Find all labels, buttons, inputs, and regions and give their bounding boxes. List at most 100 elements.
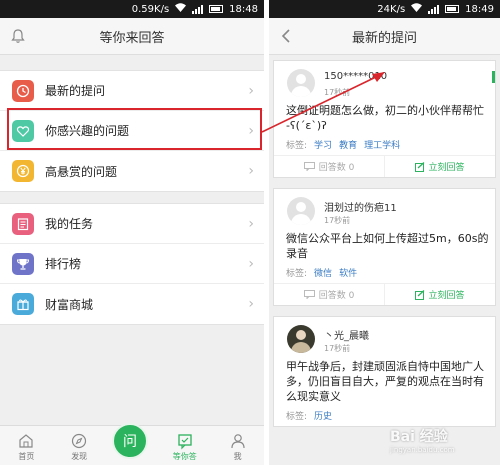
- header: 最新的提问: [269, 18, 500, 55]
- chevron-right-icon: ›: [248, 255, 254, 272]
- answer-now-label: 立刻回答: [428, 291, 465, 301]
- menu-item-interested-questions[interactable]: 你感兴趣的问题 ›: [0, 111, 264, 151]
- tag-link[interactable]: 学习: [314, 138, 332, 151]
- question-text-line[interactable]: -ʕ(´ε`)ʔ: [274, 118, 495, 133]
- tab-home[interactable]: 首页: [0, 426, 53, 465]
- answer-now-label: 立刻回答: [428, 163, 465, 173]
- yen-icon: [12, 160, 34, 182]
- tag-link[interactable]: 历史: [314, 409, 332, 422]
- task-icon: [12, 212, 34, 235]
- menu-item-wealth-store[interactable]: 财富商城 ›: [0, 284, 264, 324]
- card-actions: 回答数 0 立刻回答: [274, 283, 495, 305]
- signal-icon: [192, 4, 204, 14]
- username: 丶光_晨曦: [324, 331, 369, 342]
- battery-icon: [209, 5, 224, 13]
- question-text-line[interactable]: 微信公众平台上如何上传超过5m，60s的: [274, 231, 495, 246]
- question-text-line[interactable]: 么现实意义: [274, 389, 495, 404]
- wifi-icon: [175, 3, 187, 15]
- question-text-line[interactable]: 多，仍旧盲目自大，严复的观点在当时有: [274, 374, 495, 389]
- home-icon: [19, 434, 33, 448]
- status-bar: 0.59K/s 18:48: [0, 0, 264, 18]
- avatar[interactable]: [287, 325, 315, 353]
- ask-button[interactable]: 问: [112, 423, 148, 459]
- person-icon: [230, 434, 245, 449]
- gift-icon: [12, 293, 34, 315]
- menu-item-high-reward-questions[interactable]: 高悬赏的问题 ›: [0, 151, 264, 191]
- menu-item-label: 排行榜: [45, 257, 82, 271]
- chevron-right-icon: ›: [248, 163, 254, 179]
- watermark-text: Bai 经验: [390, 429, 448, 445]
- tag-link[interactable]: 教育: [339, 138, 357, 151]
- tags-label: 标签:: [286, 411, 308, 422]
- battery-icon: [445, 5, 460, 13]
- heart-icon: [12, 119, 34, 142]
- question-text-line[interactable]: 甲午战争后，封建顽固派自恃中国地广人: [274, 359, 495, 374]
- card-actions: 回答数 0 立刻回答: [274, 155, 495, 177]
- tab-label: 我: [233, 452, 242, 461]
- answer-count-text: 回答数 0: [318, 163, 355, 173]
- clock-time: 18:48: [229, 3, 258, 15]
- answer-count-text: 回答数 0: [318, 291, 355, 301]
- answer-now-button[interactable]: 立刻回答: [384, 156, 495, 177]
- answer-count: 回答数 0: [274, 284, 384, 305]
- back-arrow-icon[interactable]: [278, 27, 296, 45]
- menu-group-questions: 最新的提问 › 你感兴趣的问题 › 高悬赏的问题 ›: [0, 70, 264, 192]
- question-card[interactable]: 丶光_晨曦 17秒前 甲午战争后，封建顽固派自恃中国地广人 多，仍旧盲目自大，严…: [273, 316, 496, 427]
- left-screen: 0.59K/s 18:48 等你来回答 最新的提问 › 你感兴趣的问题 › 高悬…: [0, 0, 264, 465]
- status-bar: 24K/s 18:49: [269, 0, 500, 18]
- menu-item-leaderboard[interactable]: 排行榜 ›: [0, 244, 264, 284]
- menu-item-label: 高悬赏的问题: [45, 164, 118, 179]
- trophy-icon: [12, 252, 34, 275]
- username: 150*****010: [324, 71, 388, 82]
- tag-link[interactable]: 理工学科: [364, 138, 400, 151]
- menu-item-my-tasks[interactable]: 我的任务 ›: [0, 204, 264, 244]
- post-time: 17秒前: [324, 344, 351, 353]
- chevron-right-icon: ›: [248, 296, 254, 312]
- avatar[interactable]: [287, 197, 315, 225]
- question-text-line[interactable]: 这倒证明题怎么做，初二的小伙伴帮帮忙: [274, 103, 495, 118]
- tab-discover[interactable]: 发现: [53, 426, 106, 465]
- right-screen: 24K/s 18:49 最新的提问 150*****010 17秒前 这倒证明题…: [269, 0, 500, 465]
- question-text-line[interactable]: 录音: [274, 246, 495, 261]
- status-badge: [492, 71, 495, 83]
- chevron-right-icon: ›: [248, 215, 254, 232]
- menu-item-label: 最新的提问: [45, 84, 106, 98]
- answer-now-button[interactable]: 立刻回答: [384, 284, 495, 305]
- question-list: 150*****010 17秒前 这倒证明题怎么做，初二的小伙伴帮帮忙 -ʕ(´…: [269, 60, 500, 427]
- tab-label: 等你答: [172, 452, 197, 461]
- tab-label: 首页: [18, 452, 35, 461]
- tags-label: 标签:: [286, 140, 308, 151]
- watermark: Bai 经验 jingyan.baidu.com: [390, 426, 455, 454]
- menu-item-label: 财富商城: [45, 297, 94, 312]
- tab-waiting-answer[interactable]: 等你答: [158, 426, 211, 465]
- menu-item-latest-questions[interactable]: 最新的提问 ›: [0, 71, 264, 111]
- bell-icon[interactable]: [9, 27, 27, 45]
- username: 泪划过的伤疤11: [324, 203, 397, 214]
- wifi-icon: [411, 3, 423, 15]
- answer-icon: [178, 434, 192, 450]
- menu-item-label: 你感兴趣的问题: [45, 124, 130, 138]
- tag-row: 标签: 微信 软件: [274, 261, 495, 283]
- chevron-right-icon: ›: [248, 122, 254, 139]
- post-time: 17秒前: [324, 216, 351, 225]
- tag-row: 标签: 学习 教育 理工学科: [274, 133, 495, 155]
- page-title: 最新的提问: [351, 30, 417, 46]
- question-card[interactable]: 150*****010 17秒前 这倒证明题怎么做，初二的小伙伴帮帮忙 -ʕ(´…: [273, 60, 496, 178]
- answer-count: 回答数 0: [274, 156, 384, 177]
- comment-icon: [303, 162, 315, 171]
- signal-icon: [428, 4, 440, 14]
- question-card[interactable]: 泪划过的伤疤11 17秒前 微信公众平台上如何上传超过5m，60s的 录音 标签…: [273, 188, 496, 306]
- post-time: 17秒前: [324, 88, 351, 97]
- tags-label: 标签:: [286, 268, 308, 279]
- comment-icon: [303, 290, 315, 299]
- tag-link[interactable]: 软件: [339, 266, 357, 279]
- tag-link[interactable]: 微信: [314, 266, 332, 279]
- edit-icon: [415, 161, 425, 172]
- watermark-url: jingyan.baidu.com: [390, 446, 455, 454]
- edit-icon: [415, 289, 425, 300]
- avatar[interactable]: [287, 69, 315, 97]
- menu-item-label: 我的任务: [45, 217, 94, 231]
- tab-me[interactable]: 我: [211, 426, 264, 465]
- menu-group-user: 我的任务 › 排行榜 › 财富商城 ›: [0, 203, 264, 325]
- header: 等你来回答: [0, 18, 264, 55]
